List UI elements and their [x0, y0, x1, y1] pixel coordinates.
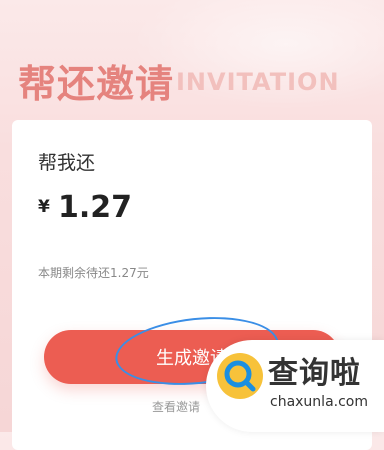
currency-symbol: ¥ — [38, 197, 50, 217]
card-label: 帮我还 — [38, 152, 96, 174]
amount-value: 1.27 — [58, 190, 133, 225]
remaining-amount-text: 本期剩余待还1.27元 — [38, 266, 149, 280]
page-title: 帮还邀请 — [18, 62, 175, 106]
page-subtitle: INVITATION — [176, 68, 340, 96]
search-icon — [217, 353, 263, 399]
watermark-domain: chaxunla.com — [270, 394, 368, 410]
watermark-name: 查询啦 — [268, 356, 361, 391]
view-invite-link[interactable]: 查看邀请 — [152, 398, 200, 415]
